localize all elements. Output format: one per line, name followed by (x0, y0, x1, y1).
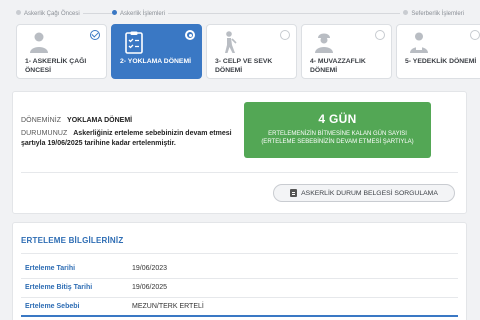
row-value: MEZUN/TERK ERTELİ (132, 303, 204, 310)
step-dot-icon (112, 10, 117, 15)
phase-radio[interactable] (185, 30, 195, 40)
phase-radio[interactable] (470, 30, 480, 40)
remaining-days: 4 GÜN (318, 112, 357, 126)
row-label: Erteleme Tarihi (25, 265, 76, 272)
row-value: 19/06/2025 (132, 284, 168, 291)
step-pre-military[interactable]: Askerlik Çağı Öncesi (16, 9, 83, 19)
progress-steps: Askerlik Çağı Öncesi Askerlik İşlemleri … (16, 9, 464, 19)
table-row: Erteleme Bitiş Tarihi 19/06/2025 (21, 279, 458, 298)
phase-title: 1- ASKERLİK ÇAĞI ÖNCESİ (25, 58, 87, 74)
document-icon (290, 189, 298, 197)
soldier-helmet-icon (315, 33, 333, 53)
step-label: Seferberlik İşlemleri (411, 11, 464, 17)
step-dot-icon (403, 10, 409, 15)
walking-soldier-icon (225, 31, 237, 53)
phase-radio[interactable] (90, 30, 100, 40)
countdown-note: (ERTELEME SEBEBİNİZİN DEVAM ETMESİ ŞARTI… (261, 139, 414, 145)
table-row: Erteleme Tarihi 19/06/2023 (21, 260, 458, 279)
step-military-ops[interactable]: Askerlik İşlemleri (112, 9, 169, 19)
phase-selector: 1- ASKERLİK ÇAĞI ÖNCESİ 2- YOKLAMA DÖNEM… (16, 24, 480, 79)
phase-radio[interactable] (375, 30, 385, 40)
query-button-label: ASKERLİK DURUM BELGESİ SORGULAMA (301, 189, 438, 197)
step-dot-icon (16, 10, 21, 15)
deferral-title: ERTELEME BİLGİLERİNİZ (21, 236, 124, 245)
military-status-query-button[interactable]: ASKERLİK DURUM BELGESİ SORGULAMA (273, 184, 455, 202)
phase-title: 5- YEDEKLİK DÖNEMİ (405, 58, 477, 65)
phase-radio[interactable] (280, 30, 290, 40)
period-row: DÖNEMİNİZ YOKLAMA DÖNEMİ (21, 116, 132, 126)
reserve-person-icon (410, 32, 428, 53)
steps-line (16, 13, 464, 14)
phase-title: 4- MUVAZZAFLIK DÖNEMİ (310, 58, 366, 74)
deferral-card: ERTELEME BİLGİLERİNİZ Erteleme Tarihi 19… (12, 222, 467, 320)
period-value: YOKLAMA DÖNEMİ (67, 117, 133, 124)
phase-title: 2- YOKLAMA DÖNEMİ (120, 58, 191, 65)
condition-label: DURUMUNUZ (21, 130, 68, 137)
phase-title: 3- CELP VE SEVK DÖNEMİ (215, 58, 273, 74)
step-label: Askerlik Çağı Öncesi (24, 11, 80, 17)
row-label: Erteleme Sebebi (25, 303, 80, 310)
step-label: Askerlik İşlemleri (120, 11, 166, 17)
condition-row: DURUMUNUZ Askerliğiniz erteleme sebebini… (21, 129, 241, 149)
period-label: DÖNEMİNİZ (21, 117, 62, 124)
clipboard-checklist-icon (125, 31, 143, 54)
phase-card-3[interactable]: 3- CELP VE SEVK DÖNEMİ (206, 24, 297, 79)
divider (21, 253, 458, 254)
phase-card-2[interactable]: 2- YOKLAMA DÖNEMİ (111, 24, 202, 79)
table-row: Erteleme Sebebi MEZUN/TERK ERTELİ (21, 298, 458, 317)
countdown-box: 4 GÜN ERTELEMENİZİN BİTMESİNE KALAN GÜN … (244, 102, 431, 158)
step-mobilization[interactable]: Seferberlik İşlemleri (400, 9, 464, 19)
phase-card-1[interactable]: 1- ASKERLİK ÇAĞI ÖNCESİ (16, 24, 107, 79)
countdown-caption: ERTELEMENİZİN BİTMESİNE KALAN GÜN SAYISI (268, 131, 407, 137)
row-label: Erteleme Bitiş Tarihi (25, 284, 93, 291)
person-icon (30, 32, 48, 53)
row-value: 19/06/2023 (132, 265, 168, 272)
divider (21, 172, 458, 173)
phase-card-4[interactable]: 4- MUVAZZAFLIK DÖNEMİ (301, 24, 392, 79)
phase-card-5[interactable]: 5- YEDEKLİK DÖNEMİ (396, 24, 480, 79)
status-card: DÖNEMİNİZ YOKLAMA DÖNEMİ DURUMUNUZ Asker… (12, 91, 467, 214)
